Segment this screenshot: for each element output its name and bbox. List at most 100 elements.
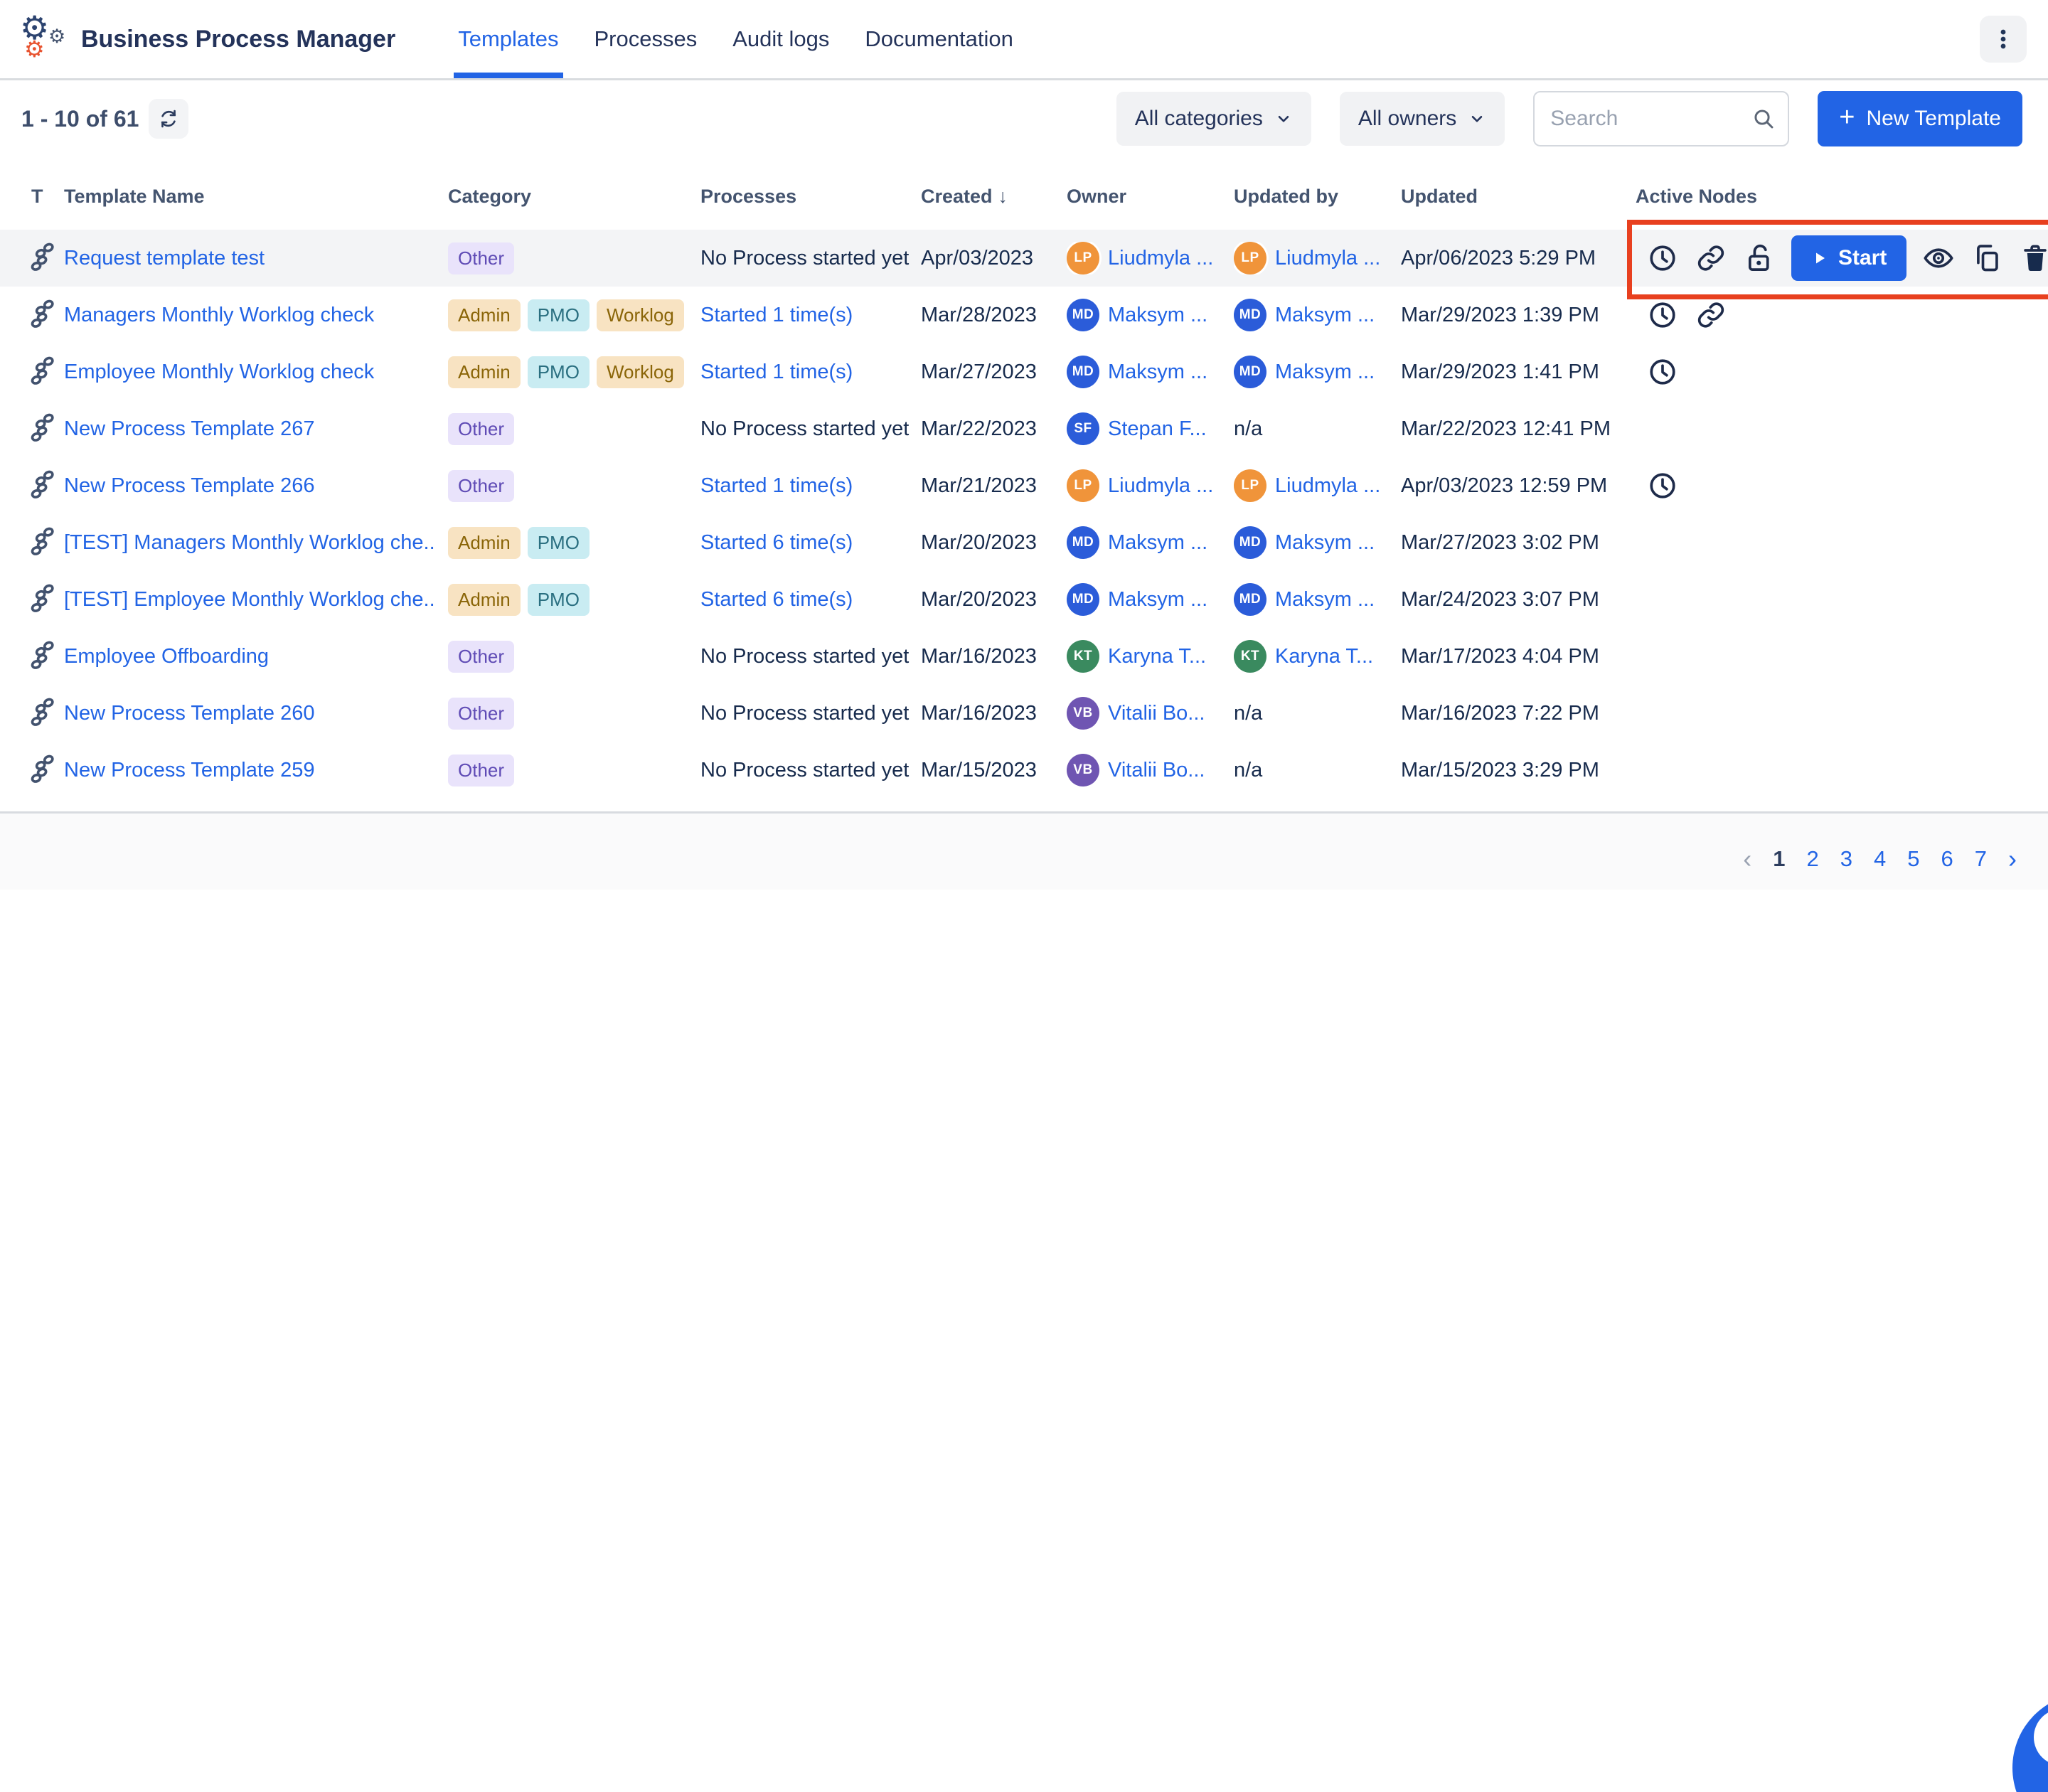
page-number-3[interactable]: 3 [1840,846,1852,872]
table-row: New Process Template 260OtherNo Process … [0,685,2048,742]
link-icon[interactable] [1695,299,1727,331]
tab-templates[interactable]: Templates [458,0,558,78]
updated-by-cell: MDMaksym ... [1234,583,1401,616]
page-number-1[interactable]: 1 [1773,846,1785,872]
updated-by-link[interactable]: Liudmyla ... [1275,474,1380,498]
kebab-menu-button[interactable] [1980,16,2027,63]
template-name-link[interactable]: Employee Offboarding [64,645,434,668]
created-date: Mar/21/2023 [921,474,1067,498]
new-template-button[interactable]: + New Template [1818,91,2022,146]
start-button[interactable]: Start [1791,235,1906,281]
search-input[interactable] [1550,107,1752,131]
processes-link[interactable]: Started 6 time(s) [700,531,853,554]
owner-link[interactable]: Liudmyla ... [1108,247,1213,270]
process-type-icon [21,354,64,390]
owner-cell: SFStepan F... [1067,412,1234,445]
owner-link[interactable]: Maksym ... [1108,531,1207,555]
tab-documentation[interactable]: Documentation [865,0,1013,78]
updated-by-cell: LP Liudmyla ... [1234,242,1401,274]
unlock-icon[interactable] [1743,242,1776,274]
updated-by-cell: MD Maksym ... [1234,526,1401,559]
chevron-down-icon [1468,110,1486,128]
clock-icon[interactable] [1646,356,1679,388]
category-badge: Worklog [597,356,684,388]
owner-link[interactable]: Liudmyla ... [1108,474,1213,498]
updated-by-link[interactable]: Karyna T... [1275,645,1373,668]
updated-datetime: Apr/06/2023 5:29 PM [1401,247,1636,270]
avatar: LP [1067,469,1099,502]
processes-link[interactable]: Started 1 time(s) [700,304,853,326]
updated-by-link[interactable]: Maksym ... [1275,304,1375,327]
owner-link[interactable]: Maksym ... [1108,361,1207,384]
avatar: VB [1067,697,1099,730]
updated-by-link[interactable]: Maksym ... [1275,531,1375,555]
template-name-link[interactable]: New Process Template 260 [64,702,434,725]
template-name-cell: New Process Template 260 [64,702,448,725]
tab-processes[interactable]: Processes [594,0,698,78]
footer: ‹ 1234567 › [0,814,2048,890]
processes-link[interactable]: Started 6 time(s) [700,588,853,611]
updated-by-cell: MDMaksym ... [1234,299,1401,331]
updated-by-cell: MD Maksym ... [1234,356,1401,388]
process-type-icon [21,468,64,504]
template-name-link[interactable]: New Process Template 267 [64,417,434,441]
table-row: Request template testOtherNo Process sta… [0,230,2048,287]
copy-icon[interactable] [1970,242,2003,274]
page-number-5[interactable]: 5 [1907,846,1919,872]
processes-link[interactable]: Started 1 time(s) [700,361,853,383]
trash-icon[interactable] [2019,242,2048,274]
start-label: Start [1838,246,1887,270]
active-nodes-actions [1636,457,2027,514]
owner-cell: VBVitalii Bo... [1067,754,1234,786]
template-name-link[interactable]: New Process Template 259 [64,759,434,782]
category-badges: Other [448,242,700,274]
refresh-button[interactable] [149,99,188,139]
processes-text: No Process started yet [700,645,909,668]
updated-by-link[interactable]: Maksym ... [1275,588,1375,612]
category-badges: Other [448,698,700,730]
avatar: MD [1234,356,1266,388]
active-nodes-actions [1636,400,2027,457]
active-nodes-actions [1636,287,2027,343]
owner-cell: MDMaksym ... [1067,583,1234,616]
page-number-4[interactable]: 4 [1874,846,1886,872]
owner-link[interactable]: Karyna T... [1108,645,1206,668]
pagination-prev-icon[interactable]: ‹ [1743,846,1751,872]
template-name-link[interactable]: Employee Monthly Worklog check [64,361,434,384]
owner-link[interactable]: Maksym ... [1108,588,1207,612]
pagination-next-icon[interactable]: › [2008,846,2017,872]
avatar: LP [1234,242,1266,274]
column-header-created[interactable]: Created↓ [921,186,1067,208]
template-name-link[interactable]: Request template test [64,247,434,270]
clock-icon[interactable] [1646,469,1679,502]
template-name-link[interactable]: New Process Template 266 [64,474,434,498]
owner-link[interactable]: Stepan F... [1108,417,1207,441]
tab-audit-logs[interactable]: Audit logs [732,0,829,78]
owners-filter-dropdown[interactable]: All owners [1340,92,1505,146]
owner-link[interactable]: Vitalii Bo... [1108,759,1205,782]
link-icon[interactable] [1695,242,1727,274]
owner-link[interactable]: Maksym ... [1108,304,1207,327]
owner-cell: MDMaksym ... [1067,526,1234,559]
category-badges: AdminPMO [448,527,700,559]
processes-cell: Started 1 time(s) [700,304,921,327]
categories-filter-dropdown[interactable]: All categories [1116,92,1311,146]
template-name-link[interactable]: [TEST] Employee Monthly Worklog che... [64,588,434,612]
floating-help-button[interactable] [2012,1693,2048,1792]
chevron-down-icon [1274,110,1293,128]
template-name-link[interactable]: Managers Monthly Worklog check [64,304,434,327]
page-number-7[interactable]: 7 [1975,846,1987,872]
clock-icon[interactable] [1646,242,1679,274]
avatar: MD [1234,526,1266,559]
owner-cell: VB Vitalii Bo... [1067,697,1234,730]
updated-by-link[interactable]: Liudmyla ... [1275,247,1380,270]
owner-link[interactable]: Vitalii Bo... [1108,702,1205,725]
page-number-2[interactable]: 2 [1807,846,1819,872]
clock-icon[interactable] [1646,299,1679,331]
template-name-link[interactable]: [TEST] Managers Monthly Worklog che... [64,531,434,555]
updated-by-link[interactable]: Maksym ... [1275,361,1375,384]
eye-icon[interactable] [1922,242,1955,274]
active-nodes-actions [1636,514,2027,571]
page-number-6[interactable]: 6 [1941,846,1953,872]
processes-link[interactable]: Started 1 time(s) [700,474,853,497]
